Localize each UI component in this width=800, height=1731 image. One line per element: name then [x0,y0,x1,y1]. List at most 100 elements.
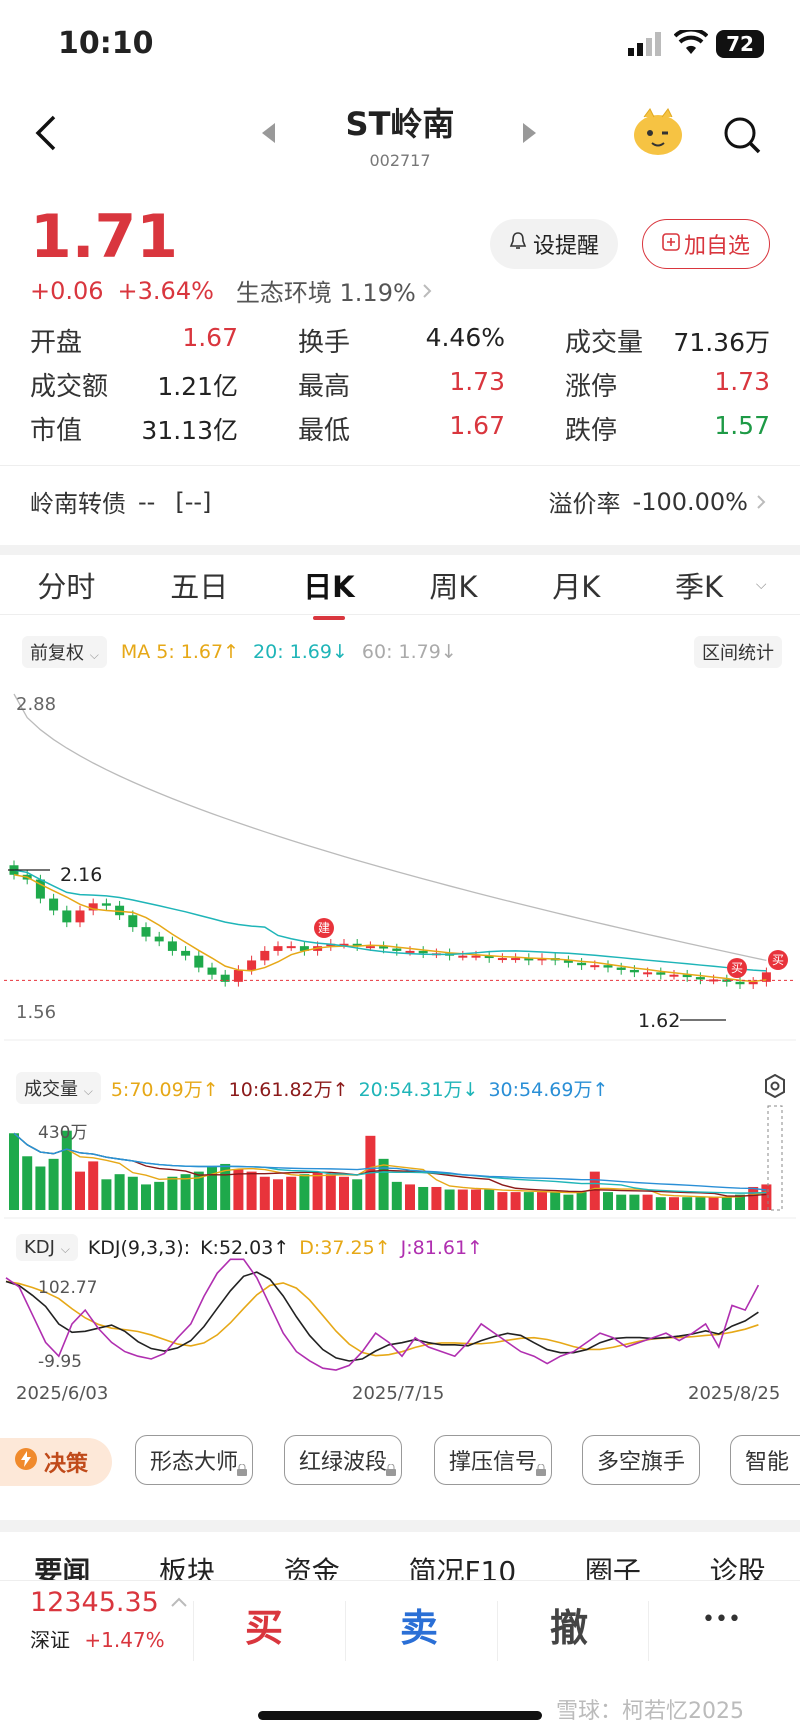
nav-bar: ST岭南 002717 [0,95,800,175]
volume-bar [154,1181,165,1210]
range-stat-button[interactable]: 区间统计 [694,636,782,668]
volume-max-label: 430万 [38,1123,88,1143]
alert-button[interactable]: 设提醒 [490,219,618,269]
premium-label: 溢价率 [548,490,621,518]
tool-button-0[interactable]: 形态大师 [135,1435,254,1485]
kdj-dropdown[interactable]: KDJ ⌵ [16,1234,78,1261]
volume-bar [88,1161,99,1210]
mascot-icon[interactable] [630,105,686,161]
volume-bar [655,1197,666,1210]
candle-body [616,967,626,970]
volume-bar [457,1189,468,1210]
tool-button-2[interactable]: 撑压信号 [434,1435,553,1485]
stat-value: 4.46% [425,323,505,352]
next-stock-icon[interactable] [522,123,536,147]
candle-body [643,972,653,975]
volume-dropdown[interactable]: 成交量 ⌵ [16,1072,101,1104]
stock-name: ST岭南 [345,105,455,143]
stat-value: 31.13亿 [141,416,238,445]
build-badge[interactable]: 建 [314,918,334,938]
tab-4[interactable]: 月K [548,564,604,606]
tab-3[interactable]: 周K [425,564,481,606]
tab-2[interactable]: 日K [299,564,358,620]
chevron-down-icon[interactable]: ⌵ [756,577,767,593]
chevron-down-icon: ⌵ [83,1084,93,1098]
candle-body [62,910,72,923]
vol-ma5-line [13,1132,767,1198]
divider [345,1601,346,1661]
status-bar: 10:10 72 [0,0,800,95]
stat-label: 跌停 [565,416,618,446]
volume-bar [180,1174,191,1210]
decision-label: 决策 [44,1452,89,1477]
chevron-up-icon[interactable] [170,1593,188,1612]
clock: 10:10 [58,26,154,61]
kdj-d-label: D:37.25↑ [299,1236,391,1259]
volume-bar [9,1133,19,1210]
kdj-j-value: J:81.61 [400,1236,468,1259]
adjust-label: 前复权 [30,643,84,664]
volume-bar [669,1197,679,1210]
sell-button[interactable]: 卖 [400,1597,438,1652]
decision-button[interactable]: 决策 [0,1438,112,1486]
buy-button[interactable]: 买 [245,1597,283,1652]
vol10-value: 10:61.82万 [228,1078,333,1101]
tab-5[interactable]: 季K [671,564,727,606]
tool-button-3[interactable]: 多空旗手 [582,1435,701,1485]
tool-button-4[interactable]: 智能 [730,1435,800,1485]
volume-bar [418,1186,429,1210]
period-tabs: 分时 五日 日K 周K 月K 季K ⌵ [0,545,800,620]
stat-label: 最高 [298,372,351,402]
buy-badge[interactable]: 买 [727,958,747,978]
back-icon[interactable] [34,113,58,157]
stat-value: 1.57 [714,411,770,440]
volume-area [4,1105,796,1219]
kdj-j-label: J:81.61↑ [400,1236,483,1259]
stat-label: 最低 [298,416,351,446]
volume-bar [35,1166,46,1210]
prev-stock-icon[interactable] [262,123,276,147]
index-value: 12345.35 [30,1587,159,1618]
volume-bar [378,1158,389,1210]
volume-bar [127,1176,138,1210]
divider [193,1601,194,1661]
sector-link[interactable]: 生态环境 1.19% [236,273,416,308]
buy-badge[interactable]: 买 [768,950,788,970]
candle-body [101,903,111,906]
candle-body [735,981,745,985]
tool-button-label: 多空旗手 [597,1450,686,1475]
kline-chart[interactable] [0,670,800,1400]
stat-label: 成交量 [565,328,644,358]
change-value: +0.06 [30,276,104,305]
index-block[interactable]: 12345.35 深证 +1.47% [30,1587,165,1653]
cancel-button[interactable]: 撤 [550,1597,588,1652]
candle-body [748,981,758,985]
home-indicator[interactable] [258,1711,542,1720]
stat-value: 1.67 [182,323,238,352]
wifi-icon [673,27,709,60]
more-button[interactable]: ••• [702,1607,741,1632]
volume-bar [471,1189,481,1210]
tool-button-1[interactable]: 红绿波段 [284,1435,403,1485]
kdj-area [5,1258,760,1371]
candle-body [365,946,375,949]
kdj-k-value: K:52.03 [200,1236,274,1259]
volume-bar [101,1179,112,1210]
volume-bar [325,1174,336,1210]
search-icon[interactable] [722,115,762,159]
tab-1[interactable]: 五日 [166,564,232,606]
last-price: 1.71 [30,202,179,272]
candle-body [629,969,639,973]
settings-icon[interactable] [764,1073,786,1103]
add-watchlist-button[interactable]: 加自选 [642,219,770,269]
adjust-dropdown[interactable]: 前复权 ⌵ [22,636,107,668]
bond-row[interactable]: 岭南转债 -- [--] [30,484,211,519]
premium-value: -100.00% [632,487,748,516]
kdj-j-line [5,1258,760,1371]
tab-0[interactable]: 分时 [33,564,99,606]
candle-body [695,977,705,980]
premium-row[interactable]: 溢价率 -100.00% [549,484,766,519]
stat-label: 涨停 [565,372,618,402]
vol-ma30-line [13,1132,767,1191]
candle-body [128,915,138,928]
